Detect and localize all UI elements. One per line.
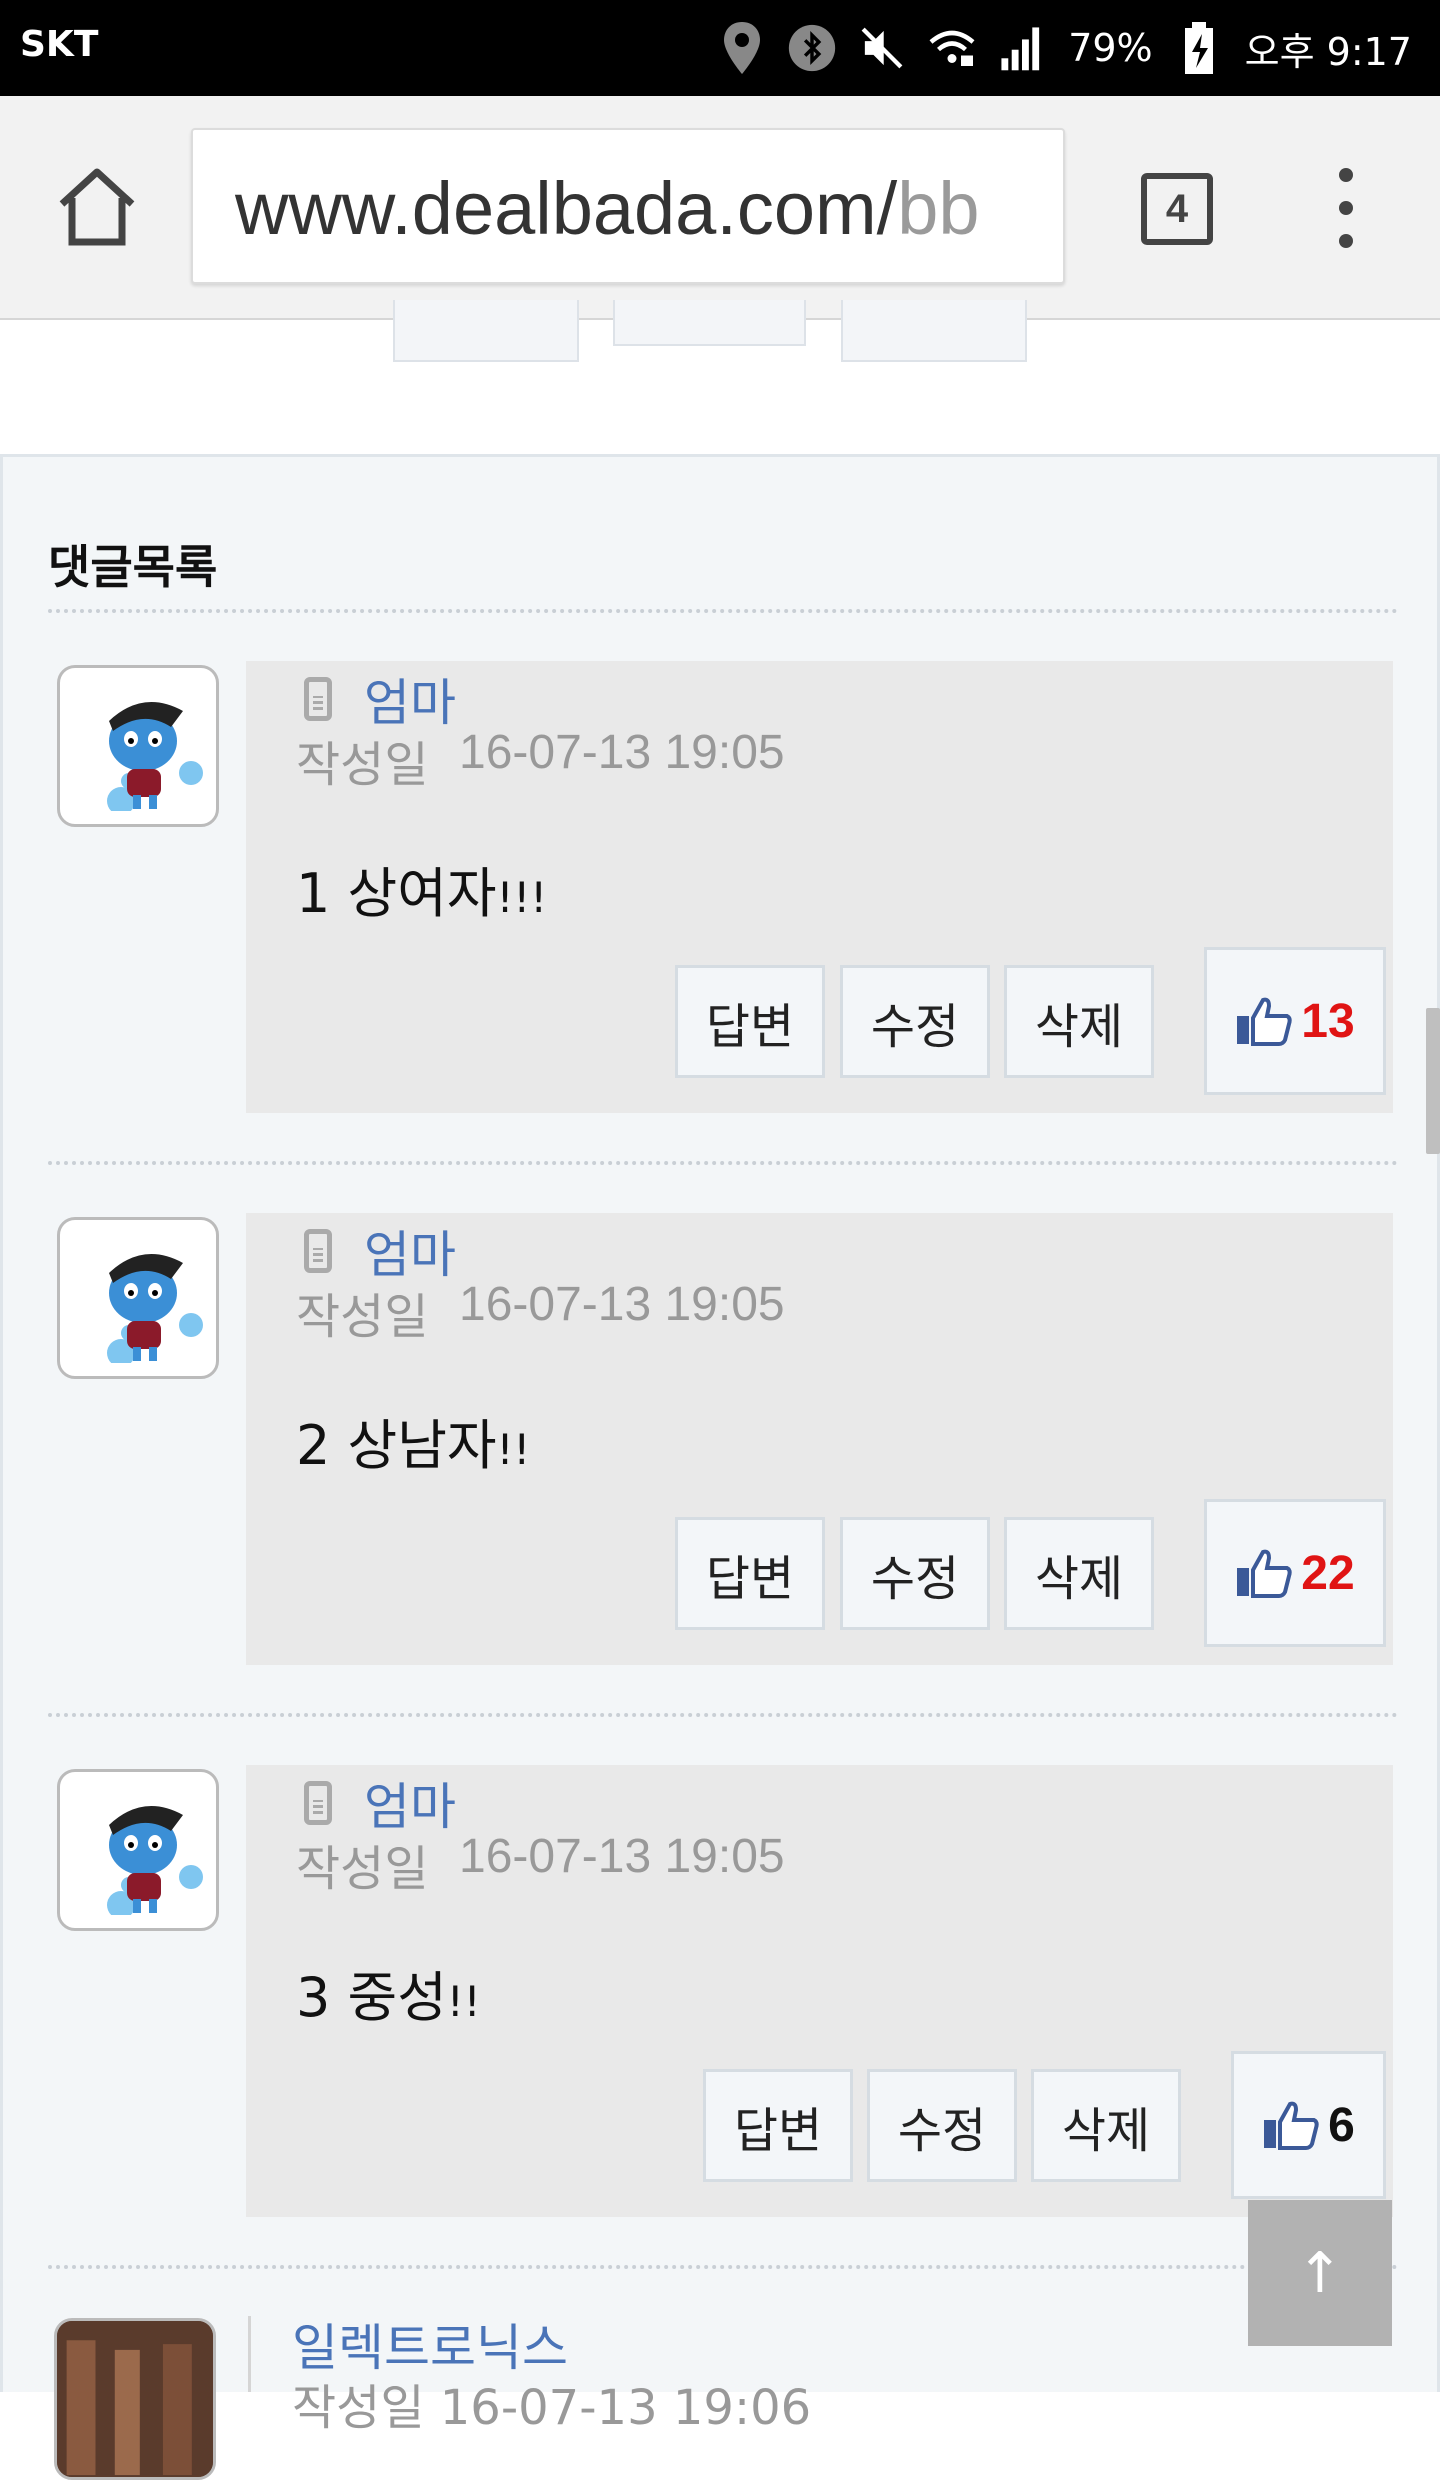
avatar[interactable] [57, 1769, 219, 1931]
section-title: 댓글목록 [48, 540, 218, 594]
comment-text: 2 상남자!! [296, 1414, 531, 1477]
edit-button[interactable]: 수정 [840, 965, 990, 1078]
url-text: www.dealbada.com/bb [235, 167, 980, 250]
comment-text: 3 중성!! [296, 1966, 481, 2029]
comment-card: 엄마 작성일 16-07-13 19:05 2 상남자!! 답변 수정 삭제 2… [246, 1213, 1393, 1665]
date-label: 작성일 [296, 1841, 429, 1897]
menu-button[interactable] [1326, 168, 1366, 248]
thumbs-up-icon [1237, 997, 1292, 1046]
signal-icon [998, 24, 1046, 72]
menu-icon [1339, 168, 1353, 182]
reply-button[interactable]: 답변 [675, 965, 825, 1078]
divider [48, 2265, 1398, 2269]
avatar[interactable] [57, 665, 219, 827]
character-avatar-icon [107, 702, 203, 811]
delete-button[interactable]: 삭제 [1004, 965, 1154, 1078]
tab-count: 4 [1165, 186, 1189, 231]
stub-button-3[interactable] [841, 300, 1027, 362]
home-icon [59, 168, 135, 246]
comments-section: 댓글목록 엄마 작성일 16-07-13 19:05 1 상여자!!! 답변 수… [0, 454, 1440, 2392]
like-count: 22 [1301, 1546, 1355, 1600]
like-button[interactable]: 22 [1204, 1499, 1386, 1647]
comment-card: 엄마 작성일 16-07-13 19:05 3 중성!! 답변 수정 삭제 6 [246, 1765, 1393, 2217]
status-bar: SKT 79% 오후 9:17 [0, 0, 1440, 96]
comment-date: 16-07-13 19:05 [459, 1278, 785, 1331]
wifi-icon [928, 24, 976, 72]
like-button[interactable]: 6 [1231, 2051, 1386, 2199]
mobile-icon [304, 1781, 332, 1825]
photo-avatar-icon [57, 2321, 213, 2477]
battery-percent: 79% [1068, 26, 1153, 70]
date-label: 작성일 [296, 1289, 429, 1345]
reply-button[interactable]: 답변 [675, 1517, 825, 1630]
status-icons: 79% 오후 9:17 [718, 20, 1412, 76]
avatar[interactable] [57, 1217, 219, 1379]
browser-toolbar: www.dealbada.com/bb 4 [0, 96, 1440, 320]
stub-button-1[interactable] [393, 300, 579, 362]
delete-button[interactable]: 삭제 [1004, 1517, 1154, 1630]
divider [48, 1161, 1398, 1165]
like-count: 13 [1301, 994, 1355, 1048]
url-bar[interactable]: www.dealbada.com/bb [191, 128, 1065, 284]
divider [48, 609, 1398, 613]
comment-text: 1 상여자!!! [296, 862, 548, 925]
character-avatar-icon [107, 1806, 203, 1915]
delete-button[interactable]: 삭제 [1031, 2069, 1181, 2182]
comment-card: 엄마 작성일 16-07-13 19:05 1 상여자!!! 답변 수정 삭제 … [246, 661, 1393, 1113]
divider [48, 1713, 1398, 1717]
comment-date: 16-07-13 19:05 [459, 1830, 785, 1883]
character-avatar-icon [107, 1254, 203, 1363]
mute-icon [858, 24, 906, 72]
date-label: 작성일 [296, 737, 429, 793]
like-count: 6 [1328, 2098, 1355, 2152]
edit-button[interactable]: 수정 [840, 1517, 990, 1630]
scrollbar-thumb[interactable] [1426, 1008, 1440, 1154]
thumbs-up-icon [1264, 2101, 1319, 2150]
comment-date: 16-07-13 19:05 [459, 726, 785, 779]
scroll-top-button[interactable]: ↑ [1248, 2200, 1392, 2346]
reply-button[interactable]: 답변 [703, 2069, 853, 2182]
tabs-button[interactable]: 4 [1141, 173, 1213, 245]
stub-button-2[interactable] [613, 300, 806, 346]
location-icon [718, 22, 766, 74]
battery-icon [1175, 22, 1223, 74]
thumbs-up-icon [1237, 1549, 1292, 1598]
carrier-label: SKT [20, 24, 99, 65]
mobile-icon [304, 1229, 332, 1273]
edit-button[interactable]: 수정 [867, 2069, 1017, 2182]
home-button[interactable] [52, 162, 142, 252]
avatar[interactable] [54, 2318, 216, 2480]
clock: 오후 9:17 [1244, 29, 1412, 74]
bluetooth-icon [788, 24, 836, 72]
mobile-icon [304, 677, 332, 721]
comment-date: 작성일 16-07-13 19:06 [292, 2380, 812, 2436]
like-button[interactable]: 13 [1204, 947, 1386, 1095]
divider-line [248, 2316, 251, 2392]
